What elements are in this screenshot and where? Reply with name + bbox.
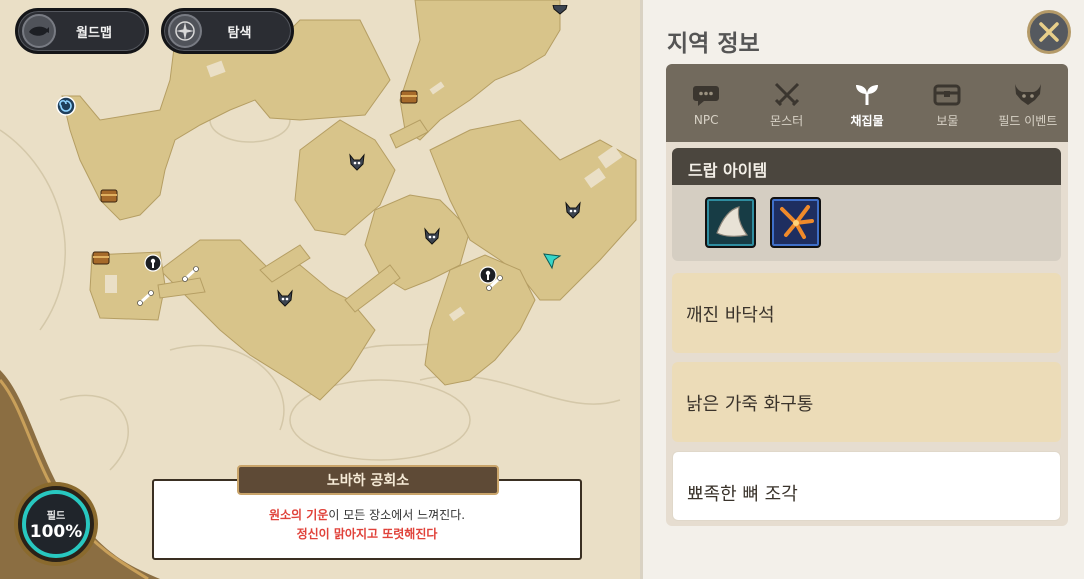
list-item[interactable]: 낡은 가죽 화구통	[672, 362, 1061, 442]
wind-portal-icon[interactable]	[56, 96, 76, 120]
monster-icon[interactable]	[563, 200, 583, 224]
world-map-view[interactable]: 월드맵 탐색 필드 100% 노바하 공회소 원소의 기운이 모든 장소에서 느…	[0, 0, 640, 579]
drop-items-list	[672, 185, 1061, 261]
whale-icon	[22, 14, 56, 48]
bone-icon[interactable]	[136, 289, 156, 311]
region-info-panel: 지역 정보 NPC 몬스터 채집물 보물 필드 이벤트 드랍 아이템 깨진 바닥…	[640, 0, 1084, 579]
crossed-swords-icon	[774, 82, 799, 106]
tab-field-event-label: 필드 이벤트	[998, 113, 1058, 128]
tab-monster-label: 몬스터	[770, 113, 804, 128]
player-arrow-icon	[542, 250, 562, 274]
monster-icon[interactable]	[275, 288, 295, 312]
bone-icon[interactable]	[181, 265, 201, 287]
horned-skull-icon	[1014, 83, 1041, 105]
area-message-rest: 이 모든 장소에서 느껴진다.	[328, 508, 466, 522]
area-message-highlight: 원소의 기운	[268, 508, 329, 522]
tab-npc[interactable]: NPC	[666, 64, 746, 142]
explore-button[interactable]: 탐색	[161, 8, 294, 54]
tab-gathering[interactable]: 채집물	[827, 64, 907, 142]
field-gauge[interactable]: 필드 100%	[14, 482, 98, 566]
area-name: 노바하 공회소	[326, 473, 410, 489]
field-gauge-ring: 필드 100%	[22, 490, 90, 558]
speech-bubble-icon	[693, 86, 720, 106]
chest-icon[interactable]	[100, 187, 118, 207]
panel-title: 지역 정보	[667, 31, 760, 57]
area-message-line2: 정신이 맑아지고 또렷해진다	[296, 527, 438, 541]
category-tabs: NPC 몬스터 채집물 보물 필드 이벤트	[666, 64, 1068, 142]
chest-icon[interactable]	[92, 249, 110, 269]
bone-icon[interactable]	[485, 274, 505, 296]
tab-field-event[interactable]: 필드 이벤트	[988, 64, 1068, 142]
chest-icon[interactable]	[400, 88, 418, 108]
tab-monster[interactable]: 몬스터	[746, 64, 826, 142]
tab-gathering-label: 채집물	[850, 113, 884, 128]
close-button[interactable]	[1027, 10, 1071, 54]
tab-content: 드랍 아이템 깨진 바닥석 낡은 가죽 화구통 뾰족한 뼈 조각	[666, 142, 1068, 526]
tab-npc-label: NPC	[693, 113, 719, 127]
monster-icon[interactable]	[422, 226, 442, 250]
list-item-label: 깨진 바닥석	[686, 305, 775, 326]
list-item[interactable]: 깨진 바닥석	[672, 273, 1061, 353]
list-item[interactable]: 뾰족한 뼈 조각	[672, 451, 1061, 521]
sprout-icon	[856, 84, 879, 105]
close-icon	[1039, 22, 1059, 42]
area-message: 원소의 기운이 모든 장소에서 느껴진다. 정신이 맑아지고 또렷해진다	[152, 506, 582, 542]
area-name-banner: 노바하 공회소	[237, 465, 499, 495]
monster-icon[interactable]	[347, 152, 367, 176]
list-item-label: 낡은 가죽 화구통	[686, 394, 814, 415]
explore-button-label: 탐색	[227, 25, 252, 41]
monster-icon[interactable]	[550, 0, 570, 19]
drop-items-title: 드랍 아이템	[688, 161, 768, 180]
worldmap-button[interactable]: 월드맵	[15, 8, 149, 54]
compass-icon	[168, 14, 202, 48]
chest-icon	[933, 84, 961, 105]
field-gauge-label: 필드	[46, 510, 66, 522]
drop-items-header: 드랍 아이템	[672, 148, 1061, 185]
keyhole-icon[interactable]	[144, 254, 162, 278]
claw-item-icon[interactable]	[705, 197, 756, 248]
tab-treasure-label: 보물	[936, 113, 959, 128]
list-item-label: 뾰족한 뼈 조각	[687, 484, 798, 505]
worldmap-button-label: 월드맵	[76, 25, 112, 41]
field-gauge-percent: 100%	[29, 521, 83, 542]
feather-item-icon[interactable]	[770, 197, 821, 248]
tab-treasure[interactable]: 보물	[907, 64, 987, 142]
